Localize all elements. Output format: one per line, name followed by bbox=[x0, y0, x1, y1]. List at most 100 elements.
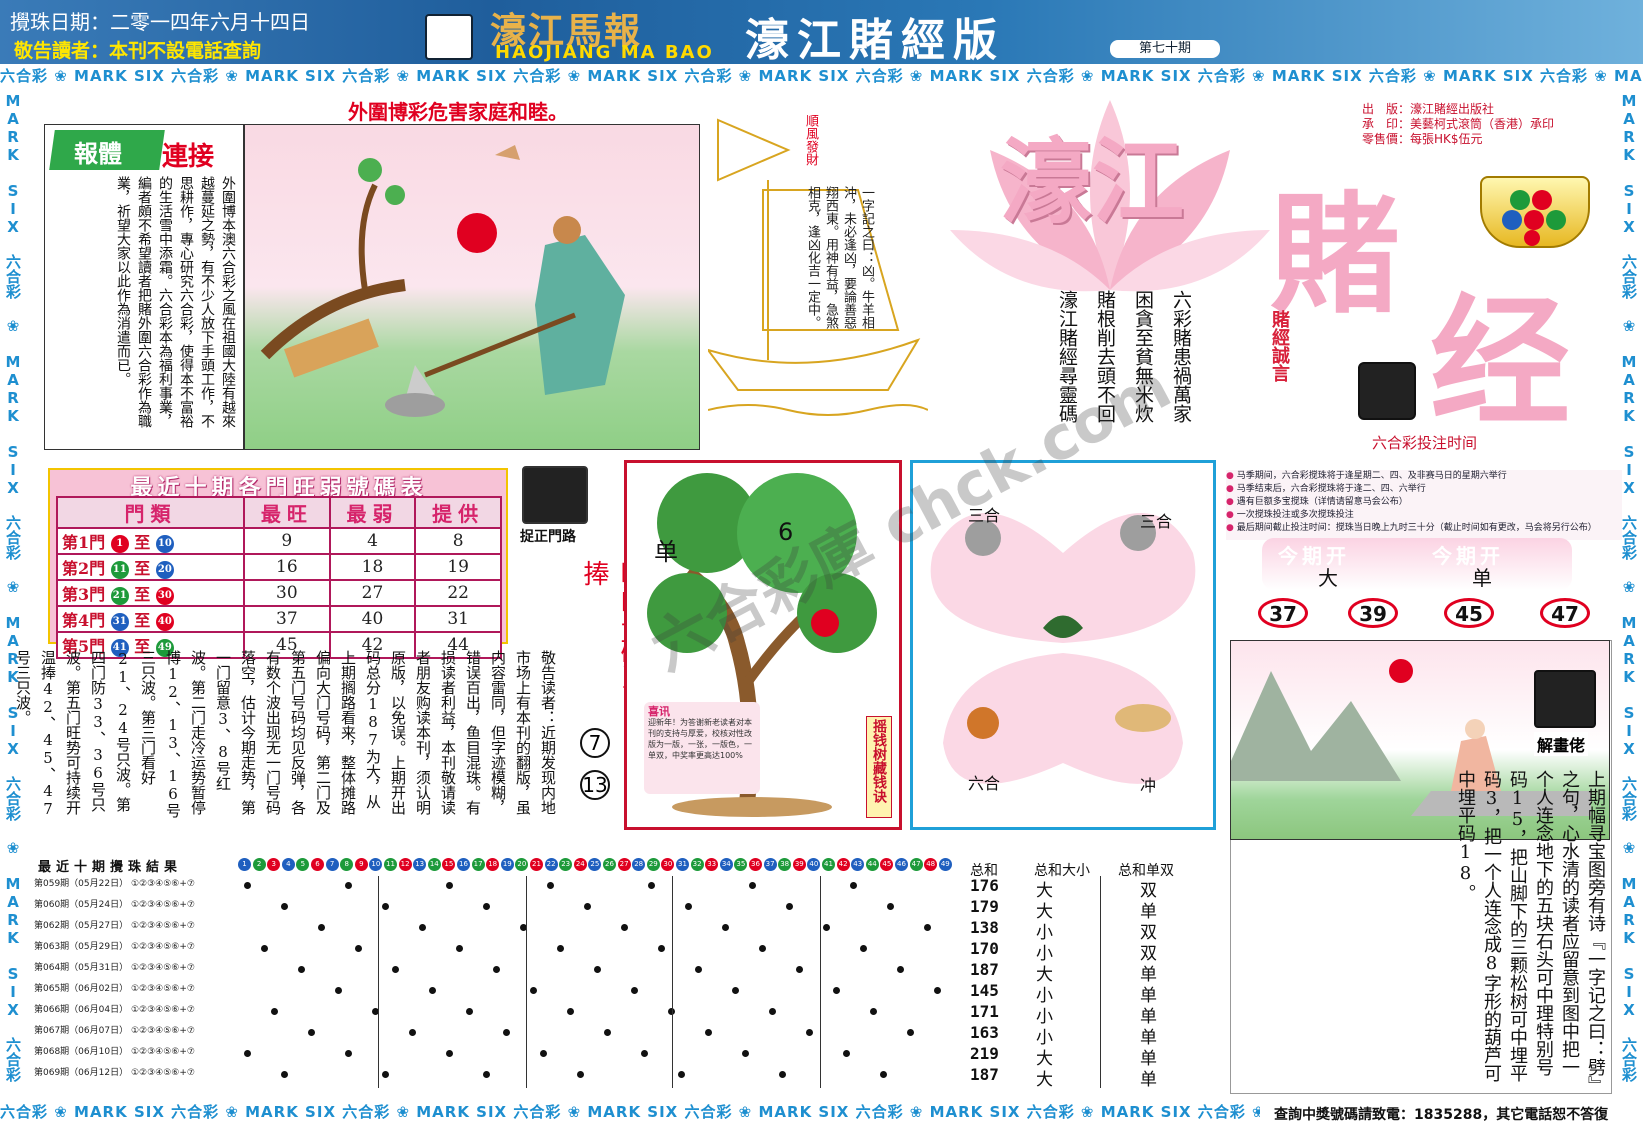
result-dot-row bbox=[240, 1065, 960, 1086]
ticker-band-bottom: 六合彩 ❀ MARK SIX 六合彩 ❀ MARK SIX 六合彩 ❀ MARK… bbox=[0, 1100, 1260, 1124]
number-strip-ball: 49 bbox=[938, 858, 952, 871]
result-issue: 第059期（05月22日） bbox=[34, 879, 129, 889]
result-sum: 145 bbox=[970, 981, 999, 1000]
result-issue: 第069期（06月12日） bbox=[34, 1068, 129, 1078]
number-strip-ball: 4 bbox=[281, 858, 295, 871]
recent-results-title: 最近十期攪珠結果 bbox=[38, 860, 183, 875]
col-hottest: 最旺 bbox=[243, 496, 331, 529]
number-strip-ball: 14 bbox=[427, 858, 441, 871]
bet-rule: 最后期间截止投注时间：搅珠当日晚上九时三十分（截止时间如有更改，马会将另行公布） bbox=[1226, 522, 1622, 535]
tree-note-title: 喜讯 bbox=[648, 705, 670, 718]
proverb-line: 困貪至貧無米炊 bbox=[1132, 290, 1154, 423]
door-cell: 第3門 21 至 30 bbox=[56, 579, 245, 607]
result-dot bbox=[244, 1050, 251, 1057]
result-dot bbox=[530, 987, 537, 994]
tip-cell: 8 bbox=[414, 527, 502, 555]
result-sum: 179 bbox=[970, 897, 999, 916]
zodiac-label-sanhe: 三合 bbox=[968, 506, 1001, 525]
result-size: 大 bbox=[1036, 1070, 1057, 1090]
result-numbers: ①②③④⑤⑥+⑦ bbox=[130, 1068, 195, 1078]
result-dot bbox=[446, 882, 453, 889]
result-dot bbox=[924, 924, 931, 931]
door-to-ball: 20 bbox=[155, 560, 174, 579]
col-door: 門類 bbox=[56, 496, 245, 529]
result-dot bbox=[392, 966, 399, 973]
tree-note-text: 迎新年！为答谢新老读者对本刊的支持与厚爱，校核对性改版为一版，一张，一版色，一单… bbox=[648, 718, 752, 760]
hot-table-row: 第1門 1 至 10 9 4 8 bbox=[56, 527, 502, 555]
result-dot bbox=[456, 945, 463, 952]
ticker-band-left: MARK SIX 六合彩 ❀ MARK SIX 六合彩 ❀ MARK SIX 六… bbox=[4, 92, 22, 1092]
result-issue: 第068期（06月10日） bbox=[34, 1047, 129, 1057]
number-strip-ball: 34 bbox=[719, 858, 733, 871]
solution-title: 解畫佬 bbox=[1534, 732, 1589, 756]
result-number: 45 bbox=[1444, 598, 1494, 628]
door-from-ball: 11 bbox=[110, 560, 129, 579]
result-issue: 第063期（05月29日） bbox=[34, 942, 129, 952]
result-dot bbox=[870, 1008, 877, 1015]
col-parity: 总和单双 bbox=[1118, 863, 1174, 879]
result-dot bbox=[685, 903, 692, 910]
result-dot bbox=[880, 1071, 887, 1078]
number-strip-ball: 8 bbox=[340, 858, 354, 871]
number-strip-ball: 7 bbox=[325, 858, 339, 871]
result-issue: 第067期（06月07日） bbox=[34, 1026, 129, 1036]
number-strip-ball: 5 bbox=[296, 858, 310, 871]
number-strip-ball: 48 bbox=[924, 858, 938, 871]
coldest-cell: 40 bbox=[328, 605, 417, 633]
door-divider bbox=[526, 876, 527, 1088]
result-numbers: ①②③④⑤⑥+⑦ bbox=[130, 1026, 195, 1036]
bet-rule: 遇有巨额多宝搅珠（详情请留意马会公布） bbox=[1226, 496, 1622, 509]
zodiac-label-chong: 冲 bbox=[1140, 776, 1157, 795]
column-divider bbox=[1100, 876, 1101, 1088]
result-issue: 第060期（05月24日） bbox=[34, 900, 129, 910]
result-dot bbox=[779, 1071, 786, 1078]
result-dot bbox=[759, 945, 766, 952]
result-dot bbox=[769, 1008, 776, 1015]
result-sum: 163 bbox=[970, 1023, 999, 1042]
number-strip-ball: 41 bbox=[822, 858, 835, 871]
tree-label-number: 6 bbox=[778, 518, 794, 546]
number-strip-ball: 42 bbox=[836, 858, 850, 871]
result-sum: 187 bbox=[970, 960, 999, 979]
proverb-line: 六彩賭患禍萬家 bbox=[1170, 290, 1192, 423]
issue-number: 第七十期 bbox=[1110, 40, 1220, 58]
hot-table-row: 第4門 31 至 40 37 40 31 bbox=[56, 605, 502, 633]
result-numbers: ①②③④⑤⑥+⑦ bbox=[130, 900, 195, 910]
number-strip-ball: 12 bbox=[398, 858, 412, 871]
result-dot bbox=[281, 903, 288, 910]
number-strip-ball: 16 bbox=[457, 858, 470, 871]
result-dot bbox=[466, 1008, 473, 1015]
result-issue: 第066期（06月04日） bbox=[34, 1005, 129, 1015]
result-dot bbox=[419, 924, 426, 931]
result-dot bbox=[934, 987, 941, 994]
col-size: 总和大小 bbox=[1034, 863, 1090, 879]
number-strip-ball: 23 bbox=[559, 858, 573, 871]
result-dot bbox=[483, 903, 490, 910]
bet-rule: 马季期间，六合彩搅珠将于逢星期二、四、及非赛马日的星期六举行 bbox=[1226, 470, 1622, 483]
door-to-word: 至 bbox=[134, 611, 151, 630]
proverbs: 六彩賭患禍萬家 困貪至貧無米炊 賭根削去頭不回 濠江賭經尋靈碼 bbox=[970, 290, 1200, 440]
this-period-label: 今期开 bbox=[1278, 544, 1350, 568]
tree-news-note: 喜讯 迎新年！为答谢新老读者对本刊的支持与厚爱，校核对性改版为一版，一张，一版色… bbox=[644, 702, 760, 794]
ticker-band-right: MARK SIX 六合彩 ❀ MARK SIX 六合彩 ❀ MARK SIX 六… bbox=[1620, 92, 1638, 1092]
number-strip-ball: 20 bbox=[515, 858, 529, 871]
number-strip-ball: 33 bbox=[705, 858, 719, 871]
number-strip-ball: 9 bbox=[354, 858, 368, 871]
tip-cell: 22 bbox=[414, 579, 502, 607]
result-dot bbox=[567, 1008, 574, 1015]
door-name: 第2門 bbox=[62, 559, 106, 578]
result-dot bbox=[705, 1029, 712, 1036]
story-badge: 報體 bbox=[74, 140, 122, 168]
number-strip-ball: 35 bbox=[734, 858, 748, 871]
result-row: 第064期（05月31日） ①②③④⑤⑥+⑦ bbox=[34, 960, 195, 981]
result-numbers: ①②③④⑤⑥+⑦ bbox=[130, 984, 195, 994]
result-numbers: ①②③④⑤⑥+⑦ bbox=[130, 963, 195, 973]
result-number: 47 bbox=[1540, 598, 1590, 628]
result-sum: 219 bbox=[970, 1044, 999, 1063]
door-divider bbox=[672, 876, 673, 1088]
door-to-ball: 30 bbox=[155, 586, 174, 605]
door-from-ball: 21 bbox=[110, 586, 129, 605]
door-divider bbox=[378, 876, 379, 1088]
result-dot bbox=[429, 987, 436, 994]
result-dot bbox=[382, 903, 389, 910]
